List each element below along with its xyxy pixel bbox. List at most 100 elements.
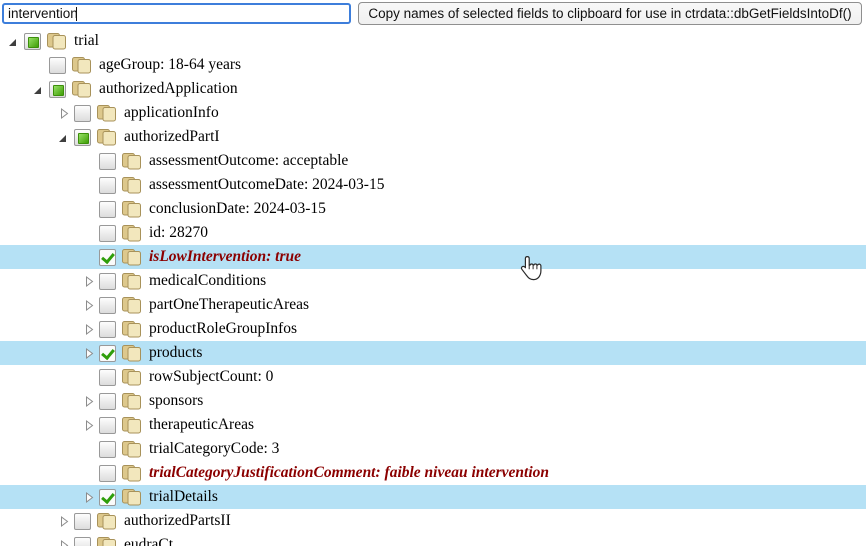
expander-spacer: [83, 201, 99, 217]
checkbox-unchecked[interactable]: [99, 369, 116, 386]
checkbox-unchecked[interactable]: [74, 513, 91, 530]
checkbox-unchecked[interactable]: [99, 177, 116, 194]
tree-node-eudract[interactable]: eudraCt: [0, 533, 866, 546]
expand-icon[interactable]: [83, 393, 99, 409]
checkbox-unchecked[interactable]: [99, 417, 116, 434]
tree-node-trial[interactable]: trial: [0, 29, 866, 53]
folder-icon: [122, 249, 142, 266]
tree-node-productrolegroupinfos[interactable]: productRoleGroupInfos: [0, 317, 866, 341]
tree-node-agegroup[interactable]: ageGroup: 18-64 years: [0, 53, 866, 77]
folder-icon: [72, 57, 92, 74]
tree-node-islowintervention[interactable]: isLowIntervention: true: [0, 245, 866, 269]
tree-node-conclusiondate[interactable]: conclusionDate: 2024-03-15: [0, 197, 866, 221]
tree-node-rowsubjectcount[interactable]: rowSubjectCount: 0: [0, 365, 866, 389]
checkbox-unchecked[interactable]: [99, 273, 116, 290]
toolbar: Copy names of selected fields to clipboa…: [0, 0, 866, 28]
node-label[interactable]: sponsors: [149, 392, 203, 410]
checkbox-unchecked[interactable]: [99, 393, 116, 410]
node-label[interactable]: assessmentOutcome: acceptable: [149, 152, 348, 170]
node-label[interactable]: eudraCt: [124, 536, 173, 546]
node-label[interactable]: ageGroup: 18-64 years: [99, 56, 241, 74]
folder-icon: [122, 273, 142, 290]
checkbox-unchecked[interactable]: [99, 441, 116, 458]
node-label[interactable]: trial: [74, 32, 99, 50]
collapse-icon[interactable]: [58, 129, 74, 145]
expand-icon[interactable]: [83, 321, 99, 337]
tree-node-trialcategoryjustificationcomment[interactable]: trialCategoryJustificationComment: faibl…: [0, 461, 866, 485]
tree-node-assessmentoutcomedate[interactable]: assessmentOutcomeDate: 2024-03-15: [0, 173, 866, 197]
node-label[interactable]: productRoleGroupInfos: [149, 320, 297, 338]
node-label[interactable]: authorizedPartI: [124, 128, 220, 146]
collapse-icon[interactable]: [33, 81, 49, 97]
checkbox-unchecked[interactable]: [99, 225, 116, 242]
expander-spacer: [83, 177, 99, 193]
checkbox-unchecked[interactable]: [99, 321, 116, 338]
folder-icon: [97, 513, 117, 530]
checkbox-partial[interactable]: [49, 81, 66, 98]
tree-node-assessmentoutcome[interactable]: assessmentOutcome: acceptable: [0, 149, 866, 173]
node-label[interactable]: conclusionDate: 2024-03-15: [149, 200, 326, 218]
expand-icon[interactable]: [83, 273, 99, 289]
folder-icon: [122, 177, 142, 194]
expand-icon[interactable]: [58, 513, 74, 529]
node-label[interactable]: rowSubjectCount: 0: [149, 368, 273, 386]
folder-icon: [122, 441, 142, 458]
node-label[interactable]: medicalConditions: [149, 272, 266, 290]
folder-icon: [97, 537, 117, 546]
tree-node-id[interactable]: id: 28270: [0, 221, 866, 245]
checkbox-checked[interactable]: [99, 489, 116, 506]
node-label[interactable]: trialCategoryJustificationComment: faibl…: [149, 464, 549, 482]
checkbox-checked[interactable]: [99, 249, 116, 266]
checkbox-partial[interactable]: [74, 129, 91, 146]
checkbox-unchecked[interactable]: [99, 153, 116, 170]
expander-spacer: [83, 153, 99, 169]
tree-node-authorizedpartsii[interactable]: authorizedPartsII: [0, 509, 866, 533]
node-label[interactable]: therapeuticAreas: [149, 416, 254, 434]
expand-icon[interactable]: [83, 297, 99, 313]
tree-node-partonetherapeuticareas[interactable]: partOneTherapeuticAreas: [0, 293, 866, 317]
checkbox-unchecked[interactable]: [99, 201, 116, 218]
expand-icon[interactable]: [58, 105, 74, 121]
expand-icon[interactable]: [83, 489, 99, 505]
node-label[interactable]: trialCategoryCode: 3: [149, 440, 279, 458]
folder-icon: [122, 393, 142, 410]
checkbox-unchecked[interactable]: [49, 57, 66, 74]
checkbox-unchecked[interactable]: [74, 105, 91, 122]
node-label[interactable]: authorizedPartsII: [124, 512, 231, 530]
copy-fields-button[interactable]: Copy names of selected fields to clipboa…: [358, 2, 862, 25]
search-input[interactable]: [2, 3, 351, 24]
expand-icon[interactable]: [83, 417, 99, 433]
node-label[interactable]: isLowIntervention: true: [149, 248, 301, 266]
node-label[interactable]: products: [149, 344, 202, 362]
checkbox-checked[interactable]: [99, 345, 116, 362]
expander-spacer: [33, 57, 49, 73]
node-label[interactable]: applicationInfo: [124, 104, 219, 122]
folder-icon: [122, 297, 142, 314]
collapse-icon[interactable]: [8, 33, 24, 49]
field-tree: trial ageGroup: 18-64 years authorizedAp…: [0, 29, 866, 546]
tree-node-therapeuticareas[interactable]: therapeuticAreas: [0, 413, 866, 437]
node-label[interactable]: authorizedApplication: [99, 80, 238, 98]
tree-node-products[interactable]: products: [0, 341, 866, 365]
checkbox-unchecked[interactable]: [99, 297, 116, 314]
folder-icon: [122, 153, 142, 170]
folder-icon: [122, 489, 142, 506]
tree-node-medicalconditions[interactable]: medicalConditions: [0, 269, 866, 293]
tree-node-authorizedparti[interactable]: authorizedPartI: [0, 125, 866, 149]
tree-node-trialdetails[interactable]: trialDetails: [0, 485, 866, 509]
tree-node-trialcategorycode[interactable]: trialCategoryCode: 3: [0, 437, 866, 461]
folder-icon: [122, 417, 142, 434]
tree-node-applicationinfo[interactable]: applicationInfo: [0, 101, 866, 125]
folder-icon: [122, 201, 142, 218]
node-label[interactable]: id: 28270: [149, 224, 208, 242]
node-label[interactable]: partOneTherapeuticAreas: [149, 296, 309, 314]
checkbox-unchecked[interactable]: [74, 537, 91, 546]
expand-icon[interactable]: [83, 345, 99, 361]
checkbox-partial[interactable]: [24, 33, 41, 50]
node-label[interactable]: assessmentOutcomeDate: 2024-03-15: [149, 176, 384, 194]
checkbox-unchecked[interactable]: [99, 465, 116, 482]
tree-node-authorizedapplication[interactable]: authorizedApplication: [0, 77, 866, 101]
tree-node-sponsors[interactable]: sponsors: [0, 389, 866, 413]
expand-icon[interactable]: [58, 537, 74, 546]
node-label[interactable]: trialDetails: [149, 488, 218, 506]
